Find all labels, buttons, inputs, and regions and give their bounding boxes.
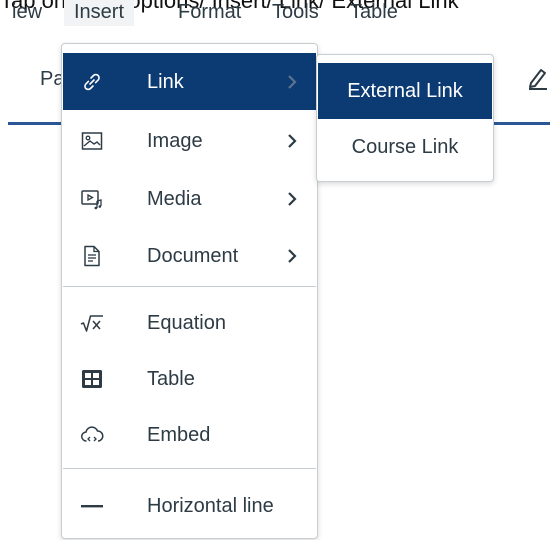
chevron-right-icon — [285, 190, 299, 208]
horizontal-line-icon — [80, 494, 104, 518]
link-submenu: External Link Course Link — [316, 54, 494, 182]
menu-item-label: Document — [147, 244, 239, 267]
menu-divider — [63, 468, 316, 469]
menu-item-label: Equation — [147, 311, 226, 334]
menu-item-label: Image — [147, 129, 203, 152]
menu-item-table[interactable]: Table — [63, 350, 316, 407]
menu-item-embed[interactable]: Embed — [63, 406, 316, 463]
embed-icon — [80, 423, 104, 447]
highlighter-icon[interactable] — [527, 66, 549, 90]
document-icon — [80, 244, 104, 268]
submenu-item-course-link[interactable]: Course Link — [318, 119, 492, 175]
menubar-item-view[interactable]: iew — [12, 0, 42, 26]
link-icon — [80, 70, 104, 94]
insert-menu: Link Image Media Document Equation Table… — [61, 43, 318, 539]
menu-item-label: Horizontal line — [147, 494, 274, 517]
menubar-item-insert[interactable]: Insert — [64, 0, 135, 26]
chevron-right-icon — [285, 247, 299, 265]
equation-icon — [80, 311, 104, 335]
menu-item-link[interactable]: Link — [63, 53, 316, 110]
image-icon — [80, 129, 104, 153]
menubar-item-tools[interactable]: Tools — [272, 0, 319, 26]
media-icon — [80, 187, 104, 211]
table-icon — [80, 367, 104, 391]
submenu-item-external-link[interactable]: External Link — [318, 63, 492, 119]
menu-item-horizontal-line[interactable]: Horizontal line — [63, 477, 316, 534]
menu-divider — [63, 286, 316, 287]
menu-item-label: Embed — [147, 423, 211, 446]
menu-item-document[interactable]: Document — [63, 227, 316, 284]
chevron-right-icon — [285, 73, 299, 91]
menu-item-label: Media — [147, 187, 202, 210]
menu-item-equation[interactable]: Equation — [63, 294, 316, 351]
menu-item-media[interactable]: Media — [63, 170, 316, 227]
menubar-item-format[interactable]: Format — [178, 0, 241, 26]
menu-item-image[interactable]: Image — [63, 112, 316, 169]
menu-item-label: Table — [147, 367, 195, 390]
menubar-item-table[interactable]: Table — [350, 0, 398, 26]
menubar: iew Insert Format Tools Table — [0, 0, 550, 42]
menu-item-label: Link — [147, 70, 184, 93]
chevron-right-icon — [285, 132, 299, 150]
